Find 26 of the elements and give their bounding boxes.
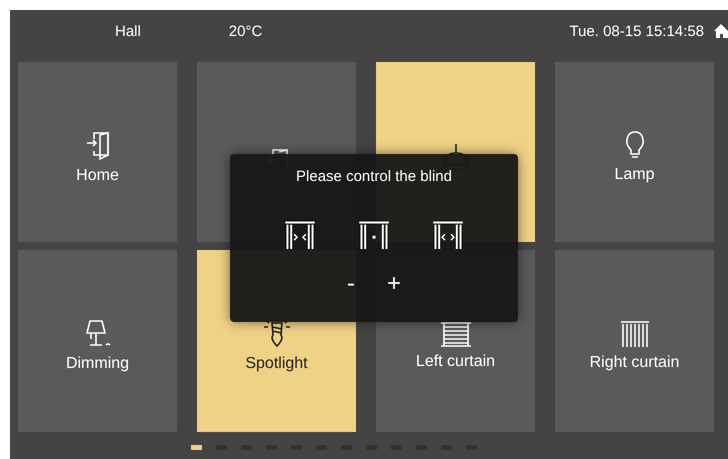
- curtain-stop-icon[interactable]: [359, 221, 389, 249]
- tile-label: Lamp: [614, 166, 655, 184]
- blind-icon: [438, 321, 472, 347]
- date-time: Tue. 08-15 15:14:58: [569, 22, 704, 40]
- step-button[interactable]: -: [342, 271, 359, 297]
- curtain-close-icon[interactable]: [285, 221, 315, 249]
- room-name: Hall: [115, 22, 142, 40]
- device-tile[interactable]: Right curtain: [555, 250, 714, 432]
- step-button[interactable]: +: [382, 271, 405, 297]
- table-lamp-icon: [84, 319, 112, 349]
- door-icon: [86, 129, 110, 161]
- light-bulb-icon: [624, 130, 644, 160]
- temperature: 20°C: [228, 22, 264, 40]
- tile-label: Home: [76, 167, 119, 185]
- tile-label: Dimming: [66, 355, 130, 373]
- vertical-blind-icon: [620, 320, 650, 348]
- tile-label: Spotlight: [245, 355, 308, 373]
- home-icon[interactable]: [714, 23, 728, 39]
- device-tile[interactable]: Home: [18, 62, 177, 242]
- curtain-open-icon[interactable]: [433, 221, 463, 249]
- device-tile[interactable]: Lamp: [555, 62, 714, 242]
- device-tile[interactable]: Dimming: [18, 250, 177, 432]
- tile-label: Right curtain: [590, 354, 680, 372]
- page-indicator[interactable]: [191, 445, 202, 450]
- dialog-title: Please control the blind: [296, 168, 452, 185]
- tile-label: Left curtain: [416, 353, 496, 371]
